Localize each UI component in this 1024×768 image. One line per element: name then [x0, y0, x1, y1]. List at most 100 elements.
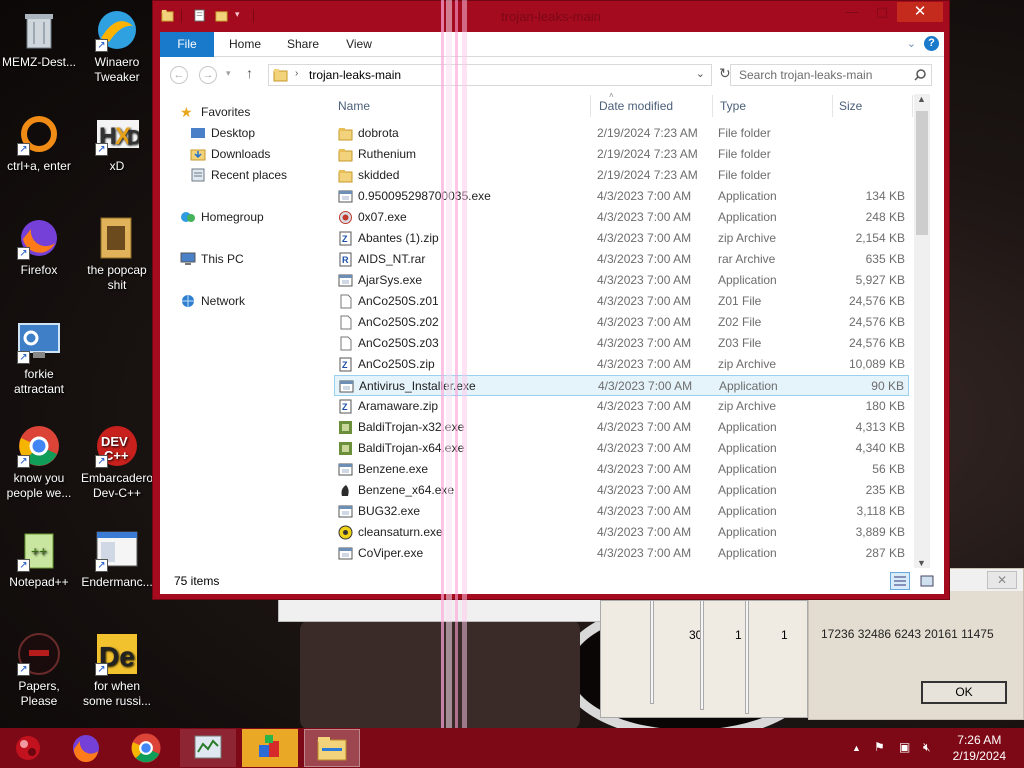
file-row[interactable]: Benzene_x64.exe 4/3/2023 7:00 AM Applicati…	[334, 480, 909, 501]
file-row[interactable]: AnCo250S.z01 4/3/2023 7:00 AM Z01 File 24,5…	[334, 291, 909, 312]
minimize-button[interactable]: —	[837, 1, 867, 22]
file-row[interactable]: AjarSys.exe 4/3/2023 7:00 AM Application 5,…	[334, 270, 909, 291]
desktop-icon-firefox[interactable]: ↗ Firefox	[0, 216, 78, 278]
desktop-icon-endermanch[interactable]: ↗ Endermanc...	[78, 528, 156, 590]
back-button[interactable]: ←	[170, 66, 188, 84]
desktop-icon-forkie[interactable]: ↗ forkie attractant	[0, 320, 78, 397]
column-header-name[interactable]: Name	[338, 95, 370, 117]
background-number: 1	[735, 628, 742, 642]
desktop-icon-chrome[interactable]: ↗ know you people we...	[0, 424, 78, 501]
file-row[interactable]: CoViper.exe 4/3/2023 7:00 AM Application 28…	[334, 543, 909, 564]
recent-locations-icon[interactable]: ▾	[226, 68, 231, 79]
desktop-icon-winaero[interactable]: ↗ Winaero Tweaker	[78, 8, 156, 85]
tab-view[interactable]: View	[336, 32, 382, 57]
stacked-dialog-ghost	[650, 600, 654, 704]
taskbar-file-explorer[interactable]	[304, 729, 360, 767]
file-name: BaldiTrojan-x64.exe	[358, 441, 465, 455]
scrollbar-thumb[interactable]	[916, 111, 928, 235]
monitor-icon: ↗	[17, 320, 61, 364]
file-row[interactable]: BaldiTrojan-x64.exe 4/3/2023 7:00 AM Appli…	[334, 438, 909, 459]
desktop-icon-notepadpp[interactable]: ++ ↗ Notepad++	[0, 528, 78, 590]
file-row[interactable]: dobrota 2/19/2024 7:23 AM File folder	[334, 123, 909, 144]
file-row[interactable]: 0x07.exe 4/3/2023 7:00 AM Application 248 K…	[334, 207, 909, 228]
file-row[interactable]: AnCo250S.z03 4/3/2023 7:00 AM Z03 File 24,5…	[334, 333, 909, 354]
address-dropdown-icon[interactable]: ⌄	[696, 67, 705, 80]
start-button[interactable]	[0, 729, 56, 767]
desktop-icon-label: the popcap shit	[87, 263, 147, 292]
action-center-flag-icon[interactable]: ⚑	[874, 740, 885, 754]
file-row[interactable]: BaldiTrojan-x32.exe 4/3/2023 7:00 AM Appli…	[334, 417, 909, 438]
taskbar-firefox[interactable]	[58, 729, 114, 767]
file-row[interactable]: BUG32.exe 4/3/2023 7:00 AM Application 3,11…	[334, 501, 909, 522]
dialog-ok-button[interactable]: OK	[921, 681, 1007, 704]
winaero-icon: ↗	[95, 8, 139, 52]
file-size: 180 KB	[865, 399, 905, 413]
scroll-up-icon[interactable]: ▲	[917, 94, 926, 104]
file-row[interactable]: Antivirus_Installer.exe 4/3/2023 7:00 AM A…	[334, 375, 909, 396]
desktop-icon-label: forkie attractant	[13, 367, 65, 396]
search-icon	[914, 69, 926, 81]
file-name: AnCo250S.z03	[358, 336, 439, 350]
file-name: AjarSys.exe	[358, 273, 423, 287]
title-bar[interactable]: ▾ trojan-leaks-main — ▢ ✕	[153, 1, 949, 31]
large-icons-view-icon[interactable]	[920, 575, 934, 587]
tab-file[interactable]: File	[160, 32, 214, 57]
desktop-icon-memz[interactable]: MEMZ-Dest...	[0, 8, 78, 70]
file-row[interactable]: Z AnCo250S.zip 4/3/2023 7:00 AM zip Archive…	[334, 354, 909, 375]
column-header-type[interactable]: Type	[720, 95, 746, 117]
refresh-button[interactable]: ↻	[719, 65, 731, 82]
taskbar-chrome[interactable]	[118, 729, 174, 767]
new-folder-icon[interactable]	[215, 9, 228, 22]
column-separator[interactable]	[712, 95, 713, 117]
file-row[interactable]: Z Abantes (1).zip 4/3/2023 7:00 AM zip Arch…	[334, 228, 909, 249]
file-date: 4/3/2023 7:00 AM	[597, 357, 692, 371]
desktop-icon-de[interactable]: De ↗ for when some russi...	[78, 632, 156, 709]
ribbon-expand-icon[interactable]: ⌄	[907, 37, 916, 50]
column-header-date[interactable]: Date modified	[599, 95, 673, 117]
tab-share[interactable]: Share	[278, 32, 328, 57]
scroll-down-icon[interactable]: ▼	[917, 558, 926, 568]
maximize-button[interactable]: ▢	[867, 1, 897, 22]
desktop-icon-papers-please[interactable]: ↗ Papers, Please	[0, 632, 78, 709]
file-row[interactable]: cleansaturn.exe 4/3/2023 7:00 AM Applicati…	[334, 522, 909, 543]
file-row[interactable]: Z Aramaware.zip 4/3/2023 7:00 AM zip Archiv…	[334, 396, 909, 417]
desktop-icon-popcap[interactable]: the popcap shit	[78, 216, 156, 293]
file-row[interactable]: AnCo250S.z02 4/3/2023 7:00 AM Z02 File 24,5…	[334, 312, 909, 333]
desktop-icon-ctrl-a[interactable]: ↗ ctrl+a, enter	[0, 112, 78, 174]
file-row[interactable]: 0.950095298700035.exe 4/3/2023 7:00 AM App…	[334, 186, 909, 207]
desktop-icon-label: Embarcadero Dev-C++	[80, 471, 154, 500]
file-row[interactable]: skidded 2/19/2024 7:23 AM File folder	[334, 165, 909, 186]
vertical-scrollbar[interactable]: ▲ ▼	[914, 94, 930, 568]
column-separator[interactable]	[590, 95, 591, 117]
column-header-size[interactable]: Size	[839, 95, 862, 117]
dialog-close-button[interactable]: ✕	[987, 571, 1017, 589]
file-date: 4/3/2023 7:00 AM	[597, 294, 692, 308]
file-type: Application	[718, 525, 777, 539]
folder-icon	[95, 216, 139, 260]
desktop-icon-devcpp[interactable]: DEV C++ ↗ Embarcadero Dev-C++	[78, 424, 156, 501]
volume-muted-icon[interactable]: 🔇︎	[923, 740, 931, 755]
taskbar-app-colorful[interactable]	[242, 729, 298, 767]
network-tray-icon[interactable]: ▣	[899, 740, 910, 754]
address-bar[interactable]: › trojan-leaks-main ⌄	[268, 64, 712, 86]
desktop-icon-xd[interactable]: HXD ↗ xD	[78, 112, 156, 174]
file-row[interactable]: Ruthenium 2/19/2024 7:23 AM File folder	[334, 144, 909, 165]
column-separator[interactable]	[912, 95, 913, 117]
taskbar-task-manager[interactable]	[180, 729, 236, 767]
qa-dropdown-icon[interactable]: ▾	[235, 9, 240, 20]
forward-button[interactable]: →	[199, 66, 217, 84]
close-button[interactable]: ✕	[897, 2, 943, 22]
column-separator[interactable]	[832, 95, 833, 117]
properties-icon[interactable]	[193, 9, 206, 22]
tab-home[interactable]: Home	[220, 32, 270, 57]
file-name: cleansaturn.exe	[358, 525, 443, 539]
up-button[interactable]: ↑	[246, 65, 253, 81]
file-date: 4/3/2023 7:00 AM	[597, 441, 692, 455]
taskbar-clock[interactable]: 7:26 AM 2/19/2024	[953, 732, 1006, 764]
search-input[interactable]: Search trojan-leaks-main	[730, 64, 932, 86]
file-row[interactable]: R AIDS_NT.rar 4/3/2023 7:00 AM rar Archive 6…	[334, 249, 909, 270]
file-row[interactable]: Benzene.exe 4/3/2023 7:00 AM Application 56…	[334, 459, 909, 480]
desktop-icon-label: for when some russi...	[82, 679, 151, 708]
show-hidden-icons[interactable]: ▲	[852, 743, 861, 753]
help-icon[interactable]: ?	[924, 36, 939, 51]
